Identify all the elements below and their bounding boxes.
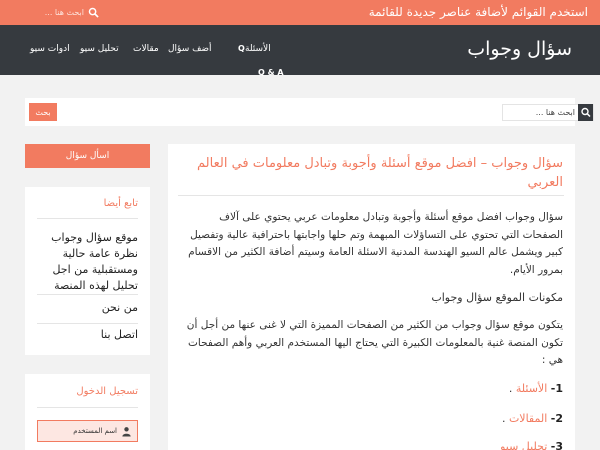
user-icon	[122, 427, 131, 437]
divider	[37, 407, 138, 408]
nav-seo-tools[interactable]: ادوات سيو	[30, 44, 70, 54]
divider	[37, 294, 138, 295]
search-icon-box[interactable]	[578, 104, 593, 121]
divider	[178, 195, 564, 196]
search-box	[502, 104, 594, 121]
ask-question-button[interactable]: اسأل سؤال	[25, 144, 150, 168]
top-bar: استخدم القوائم لأضافة عناصر جديدة للقائم…	[0, 0, 600, 25]
nav-qa-menu[interactable]: Q & A	[258, 68, 284, 77]
main-article: سؤال وجواب – افضل موقع أسئلة وأجوبة وتبا…	[168, 144, 575, 450]
post-title[interactable]: سؤال وجواب – افضل موقع أسئلة وأجوبة وتبا…	[183, 154, 563, 192]
divider	[37, 218, 138, 219]
list-item: 3- تحليل سيو	[500, 440, 563, 450]
follow-widget-title: تابع أيضا	[103, 198, 138, 209]
nav-add-question[interactable]: أضف سؤال	[168, 44, 212, 54]
list-number: 2-	[550, 412, 563, 425]
list-number: 3-	[550, 440, 563, 450]
topbar-search	[40, 5, 100, 20]
login-widget: تسجيل الدخول	[25, 374, 150, 450]
list-number: 1-	[550, 382, 563, 395]
post-intro: سؤال وجواب افضل موقع أسئلة وأجوبة وتبادل…	[188, 211, 563, 276]
sidebar-link-overview[interactable]: موقع سؤال وجواب نظرة عامة حالية ومستقبلي…	[34, 230, 138, 294]
divider	[37, 323, 138, 324]
username-field	[37, 420, 138, 442]
search-button[interactable]: بحث	[29, 103, 57, 121]
follow-widget: تابع أيضا موقع سؤال وجواب نظرة عامة حالي…	[25, 187, 150, 355]
sidebar-link-contact[interactable]: اتصل بنا	[34, 327, 138, 343]
list-item: 1- الأسئلة .	[509, 382, 563, 395]
list-link-questions[interactable]: الأسئلة	[516, 382, 547, 395]
search-icon[interactable]	[88, 7, 99, 18]
section-text: يتكون موقع سؤال وجواب من الكثير من الصفح…	[186, 319, 563, 366]
sidebar-link-about[interactable]: من نحن	[34, 300, 138, 316]
nav-articles[interactable]: مقالات	[133, 44, 159, 54]
list-suffix: .	[501, 412, 509, 425]
topbar-search-input[interactable]	[40, 5, 84, 20]
search-input[interactable]	[510, 106, 575, 119]
login-widget-title: تسجيل الدخول	[76, 386, 138, 397]
nav-seo-analysis[interactable]: تحليل سيو	[80, 44, 119, 54]
list-link-articles[interactable]: المقالات	[509, 412, 547, 425]
list-suffix: .	[508, 382, 516, 395]
section-heading: مكونات الموقع سؤال وجواب	[431, 291, 563, 304]
topbar-message: استخدم القوائم لأضافة عناصر جديدة للقائم…	[368, 5, 588, 19]
search-panel: بحث	[25, 98, 594, 126]
list-link-seo-analysis[interactable]: تحليل سيو	[500, 440, 547, 450]
nav-questions[interactable]: الأسئلة	[245, 44, 271, 54]
site-title[interactable]: سؤال وجواب	[467, 38, 572, 60]
nav-qa-q-icon: Q	[238, 44, 245, 53]
site-header: سؤال وجواب الأسئلة Q Q & A أضف سؤال مقال…	[0, 25, 600, 77]
list-item: 2- المقالات .	[502, 412, 563, 425]
username-input[interactable]	[47, 424, 117, 438]
search-icon	[581, 107, 591, 118]
